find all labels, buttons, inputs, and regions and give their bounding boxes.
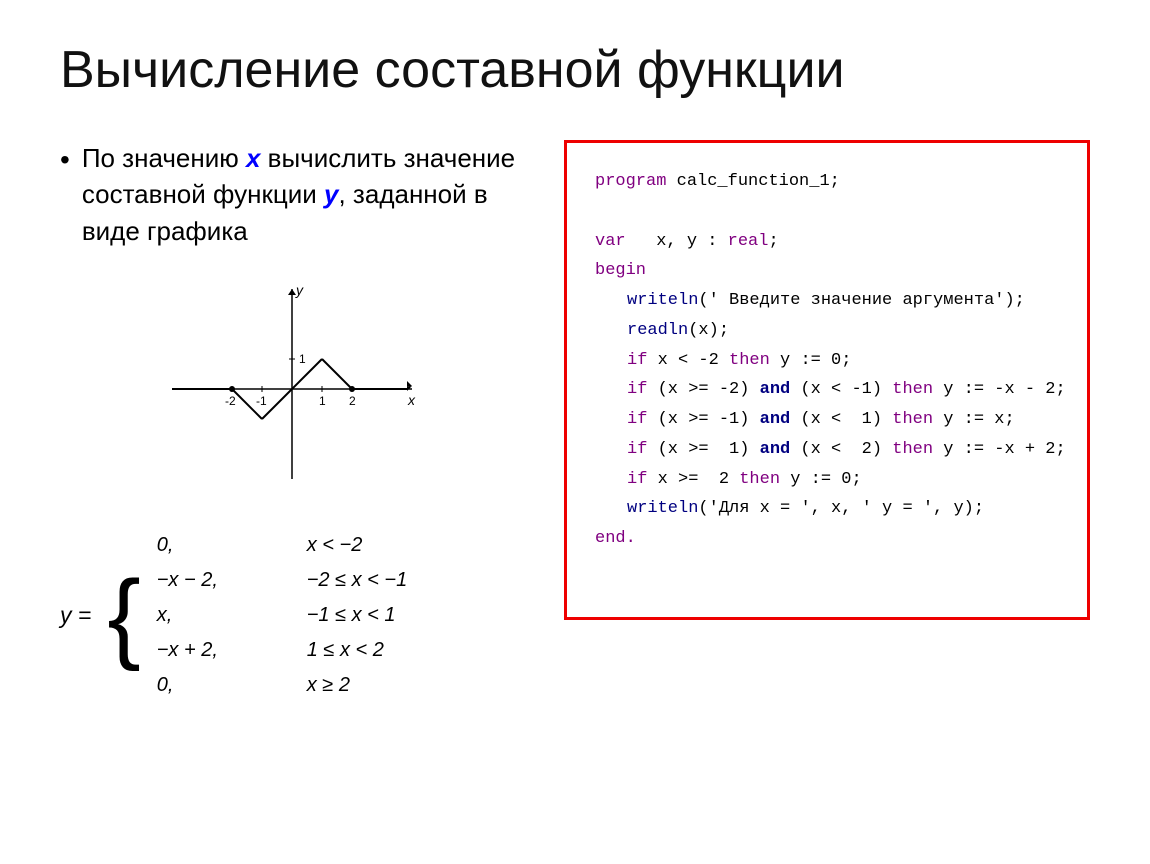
bullet-text-content: По значению x вычислить значение составн… (82, 140, 524, 249)
code-line: if x >= 2 then y := 0; (595, 465, 1059, 495)
formula-left: −x − 2, (157, 564, 277, 597)
code-line: if (x >= 1) and (x < 2) then y := -x + 2… (595, 435, 1059, 465)
code-line: if (x >= -1) and (x < 1) then y := x; (595, 405, 1059, 435)
main-content: • По значению x вычислить значение соста… (60, 140, 1090, 702)
formula-row: 0, x < −2 (157, 529, 408, 562)
code-line: begin (595, 256, 1059, 286)
formula-left: 0, (157, 669, 277, 702)
formula-left: −x + 2, (157, 634, 277, 667)
formula-row: −x − 2, −2 ≤ x < −1 (157, 564, 408, 597)
formula-cases: 0,x < −2−x − 2,−2 ≤ x < −1x,−1 ≤ x < 1−x… (157, 529, 408, 702)
formula-left: x, (157, 599, 277, 632)
svg-text:1: 1 (319, 394, 326, 408)
svg-text:y: y (295, 282, 304, 298)
svg-text:-2: -2 (225, 394, 236, 408)
page-title: Вычисление составной функции (60, 40, 1090, 100)
formula-right: x < −2 (307, 529, 363, 562)
code-line: writeln(' Введите значение аргумента'); (595, 286, 1059, 316)
svg-text:x: x (407, 392, 416, 408)
code-line: program calc_function_1; (595, 167, 1059, 197)
code-line: var x, y : real; (595, 227, 1059, 257)
graph-container: x y -2 -1 1 2 1 (152, 279, 432, 499)
x-variable: x (246, 143, 260, 173)
svg-text:2: 2 (349, 394, 356, 408)
formula-y-label: y = (60, 596, 91, 635)
formula-left: 0, (157, 529, 277, 562)
formula-row: 0, x ≥ 2 (157, 669, 408, 702)
formula-row: x, −1 ≤ x < 1 (157, 599, 408, 632)
y-variable: y (324, 179, 338, 209)
formula-box: y = { 0, x < −2 −x − 2, −2 ≤ x < −1 x, −1 ≤ x… (60, 529, 524, 702)
bullet-item: • По значению x вычислить значение соста… (60, 140, 524, 249)
code-line: readln(x); (595, 316, 1059, 346)
svg-text:1: 1 (299, 352, 306, 366)
code-line: writeln('Для x = ', x, ' y = ', y); (595, 494, 1059, 524)
formula-right: x ≥ 2 (307, 669, 350, 702)
formula-row: −x + 2, 1 ≤ x < 2 (157, 634, 408, 667)
formula-right: −1 ≤ x < 1 (307, 599, 396, 632)
code-panel: program calc_function_1; var x, y : real… (564, 140, 1090, 620)
formula-container: y = { 0, x < −2 −x − 2, −2 ≤ x < −1 x, −1 ≤ x… (60, 529, 524, 702)
formula-brace: { (107, 566, 140, 666)
formula-right: 1 ≤ x < 2 (307, 634, 384, 667)
left-panel: • По значению x вычислить значение соста… (60, 140, 524, 702)
function-graph: x y -2 -1 1 2 1 (152, 279, 432, 499)
svg-text:-1: -1 (256, 394, 267, 408)
code-line: if x < -2 then y := 0; (595, 346, 1059, 376)
code-line: if (x >= -2) and (x < -1) then y := -x -… (595, 375, 1059, 405)
code-line: end. (595, 524, 1059, 554)
code-line (595, 197, 1059, 227)
bullet-dot: • (60, 140, 70, 249)
formula-right: −2 ≤ x < −1 (307, 564, 408, 597)
